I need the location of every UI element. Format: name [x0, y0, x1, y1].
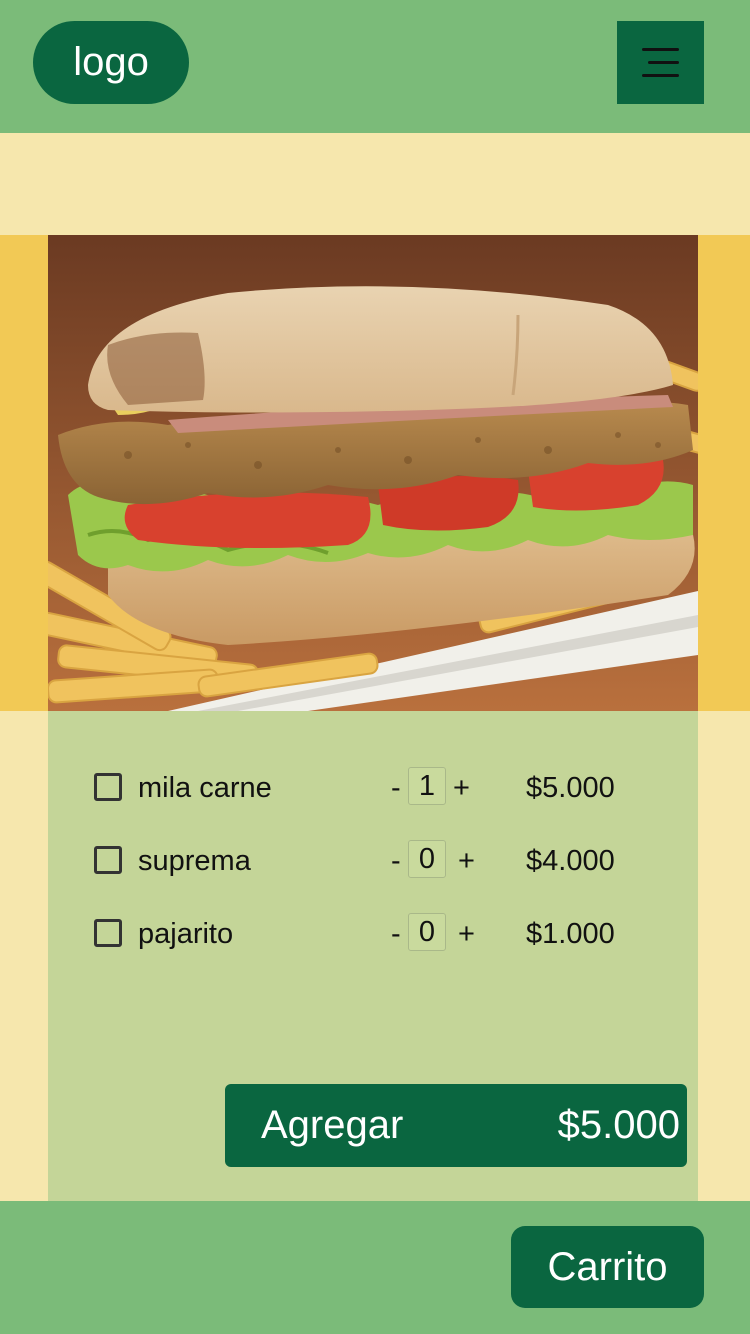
add-button-label: Agregar [261, 1103, 404, 1147]
sandwich-image [48, 235, 698, 711]
option-name: mila carne [138, 772, 272, 804]
cart-button[interactable]: Carrito [511, 1226, 704, 1308]
increment-button[interactable]: + [458, 916, 475, 952]
option-name: suprema [138, 845, 251, 877]
hamburger-menu-icon [642, 48, 679, 51]
option-checkbox[interactable] [94, 919, 122, 947]
add-button-total: $5.000 [557, 1103, 680, 1147]
option-price: $5.000 [526, 772, 615, 804]
option-checkbox[interactable] [94, 846, 122, 874]
header: logo [0, 0, 750, 133]
option-name: pajarito [138, 918, 234, 950]
add-to-cart-button[interactable]: Agregar $5.000 [225, 1084, 687, 1167]
decrement-button[interactable]: - [391, 916, 401, 952]
quantity-field[interactable]: 1 [408, 767, 446, 805]
increment-button[interactable]: + [458, 843, 475, 879]
option-price: $1.000 [526, 918, 615, 950]
logo[interactable]: logo [33, 21, 189, 104]
option-checkbox[interactable] [94, 773, 122, 801]
quantity-field[interactable]: 0 [408, 840, 446, 878]
quantity-field[interactable]: 0 [408, 913, 446, 951]
options-panel: mila carne - 1 + $5.000 suprema - 0 + $4… [48, 711, 698, 1201]
option-row-pajarito: pajarito - 0 + $1.000 [48, 913, 698, 956]
option-price: $4.000 [526, 845, 615, 877]
decrement-button[interactable]: - [391, 770, 401, 806]
footer: Carrito [0, 1201, 750, 1334]
decrement-button[interactable]: - [391, 843, 401, 879]
top-spacer [0, 133, 750, 235]
increment-button[interactable]: + [453, 770, 470, 806]
option-row-mila-carne: mila carne - 1 + $5.000 [48, 767, 698, 810]
product-image [48, 235, 698, 711]
option-row-suprema: suprema - 0 + $4.000 [48, 840, 698, 883]
menu-button[interactable] [617, 21, 704, 104]
